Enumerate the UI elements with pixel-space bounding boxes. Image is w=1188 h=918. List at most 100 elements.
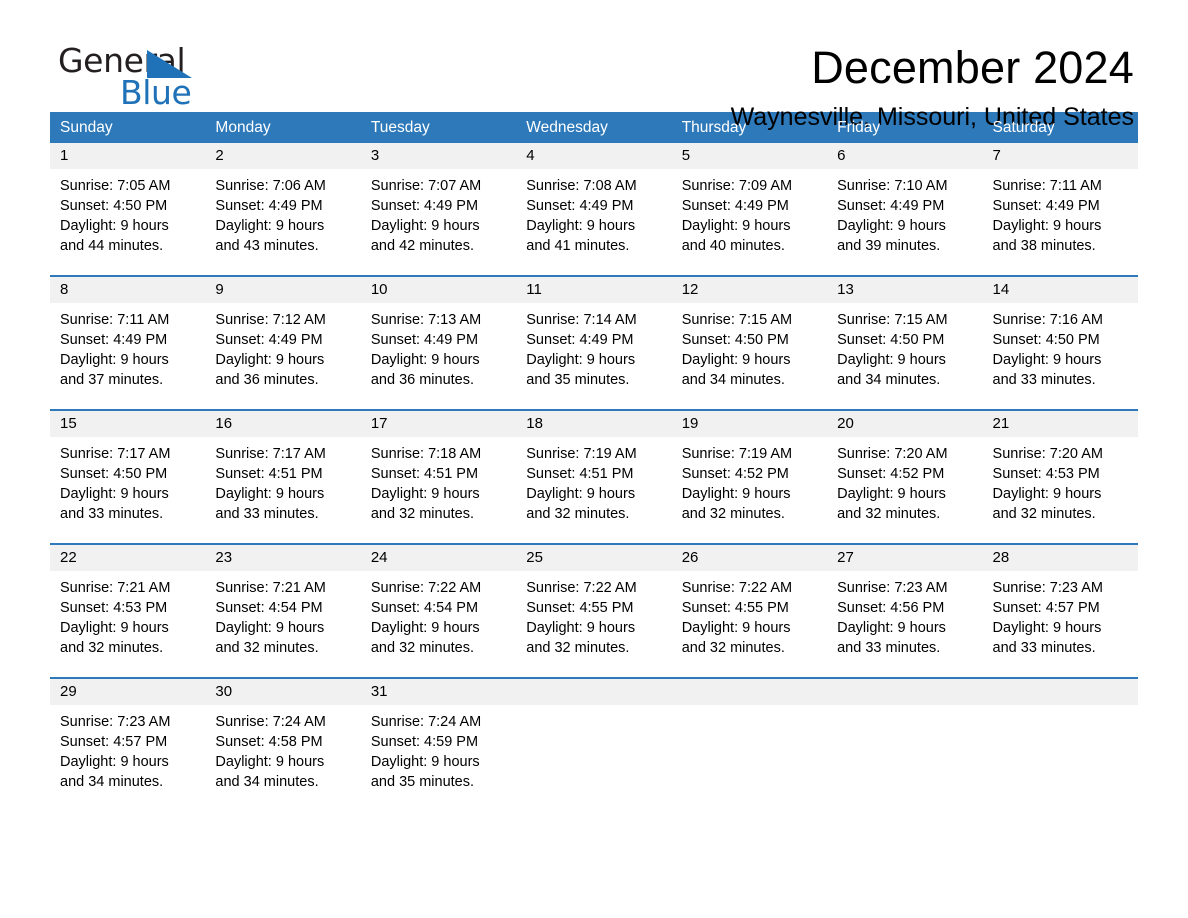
daylight-duration-line2: and 32 minutes.: [370, 506, 475, 522]
day-cell[interactable]: 8 Sunrise: 7:11 AM Sunset: 4:49 PM Daylight…: [50, 277, 206, 409]
day-details: Sunrise: 7:19 AM Sunset: 4:52 PM Daylight:…: [672, 437, 827, 543]
day-cell[interactable]: 21 Sunrise: 7:20 AM Sunset: 4:53 PM Dayligh…: [982, 411, 1138, 543]
day-cell[interactable]: 2 Sunrise: 7:06 AM Sunset: 4:49 PM Daylight…: [205, 143, 361, 275]
day-cell[interactable]: 12 Sunrise: 7:15 AM Sunset: 4:50 PM Dayligh…: [671, 277, 828, 409]
day-cell[interactable]: 5 Sunrise: 7:09 AM Sunset: 4:49 PM Daylight…: [671, 143, 828, 275]
day-cell[interactable]: 18 Sunrise: 7:19 AM Sunset: 4:51 PM Dayligh…: [516, 411, 672, 543]
day-cell[interactable]: 7 Sunrise: 7:11 AM Sunset: 4:49 PM Daylight…: [982, 143, 1138, 275]
day-number: 26: [671, 545, 828, 571]
logo-text-blue: Blue: [120, 73, 192, 112]
day-cell[interactable]: 6 Sunrise: 7:10 AM Sunset: 4:49 PM Daylight…: [827, 143, 983, 275]
calendar-week-row: 22 Sunrise: 7:21 AM Sunset: 4:53 PM Dayligh…: [50, 543, 1138, 677]
day-cell[interactable]: 4 Sunrise: 7:08 AM Sunset: 4:49 PM Daylight…: [516, 143, 672, 275]
day-details: Sunrise: 7:13 AM Sunset: 4:49 PM Daylight:…: [361, 303, 516, 409]
day-cell[interactable]: 17 Sunrise: 7:18 AM Sunset: 4:51 PM Dayligh…: [360, 411, 517, 543]
day-cell[interactable]: 24 Sunrise: 7:22 AM Sunset: 4:54 PM Dayligh…: [360, 545, 517, 677]
day-number: 8: [50, 277, 206, 303]
sunset-time: Sunset: 4:51 PM: [370, 466, 479, 482]
daylight-duration-line1: Daylight: 9 hours: [837, 218, 946, 234]
day-cell[interactable]: 15 Sunrise: 7:17 AM Sunset: 4:50 PM Dayligh…: [50, 411, 206, 543]
sunrise-time: Sunrise: 7:20 AM: [837, 446, 948, 462]
day-number: 12: [671, 277, 828, 303]
sunset-time: Sunset: 4:49 PM: [215, 332, 323, 348]
sunrise-time: Sunrise: 7:21 AM: [215, 580, 326, 596]
day-details: Sunrise: 7:15 AM Sunset: 4:50 PM Daylight:…: [672, 303, 827, 409]
sunrise-time: Sunrise: 7:11 AM: [992, 178, 1102, 194]
day-details: Sunrise: 7:21 AM Sunset: 4:53 PM Daylight:…: [50, 571, 205, 677]
daylight-duration-line1: Daylight: 9 hours: [215, 486, 325, 502]
sunset-time: Sunset: 4:50 PM: [681, 332, 789, 348]
daylight-duration-line1: Daylight: 9 hours: [215, 620, 325, 636]
weekday-header-wednesday: Wednesday: [526, 118, 608, 136]
day-details: Sunrise: 7:09 AM Sunset: 4:49 PM Daylight:…: [672, 169, 827, 275]
day-cell[interactable]: 13 Sunrise: 7:15 AM Sunset: 4:50 PM Dayligh…: [827, 277, 983, 409]
day-cell[interactable]: 23 Sunrise: 7:21 AM Sunset: 4:54 PM Dayligh…: [205, 545, 361, 677]
day-cell[interactable]: 27 Sunrise: 7:23 AM Sunset: 4:56 PM Dayligh…: [827, 545, 983, 677]
day-cell[interactable]: 26 Sunrise: 7:22 AM Sunset: 4:55 PM Dayligh…: [671, 545, 828, 677]
day-number: 17: [360, 411, 517, 437]
day-details: Sunrise: 7:22 AM Sunset: 4:55 PM Daylight:…: [672, 571, 827, 677]
day-number: 5: [671, 143, 828, 169]
day-cell[interactable]: 19 Sunrise: 7:19 AM Sunset: 4:52 PM Dayligh…: [671, 411, 828, 543]
daylight-duration-line2: and 32 minutes.: [992, 506, 1096, 522]
day-cell[interactable]: 30 Sunrise: 7:24 AM Sunset: 4:58 PM Dayligh…: [205, 679, 361, 811]
day-number: 18: [516, 411, 672, 437]
general-blue-logo[interactable]: General Blue: [50, 44, 238, 124]
day-details: Sunrise: 7:06 AM Sunset: 4:49 PM Daylight:…: [205, 169, 360, 275]
day-details: Sunrise: 7:16 AM Sunset: 4:50 PM Daylight:…: [983, 303, 1138, 409]
day-details: Sunrise: 7:20 AM Sunset: 4:52 PM Daylight:…: [827, 437, 982, 543]
sunrise-time: Sunrise: 7:12 AM: [215, 312, 326, 328]
day-cell[interactable]: 16 Sunrise: 7:17 AM Sunset: 4:51 PM Dayligh…: [205, 411, 361, 543]
weekday-header-friday: Friday: [837, 118, 881, 136]
daylight-duration-line1: Daylight: 9 hours: [370, 620, 480, 636]
sunrise-time: Sunrise: 7:19 AM: [526, 446, 637, 462]
daylight-duration-line2: and 36 minutes.: [370, 372, 475, 388]
day-cell[interactable]: 3 Sunrise: 7:07 AM Sunset: 4:49 PM Daylight…: [360, 143, 517, 275]
daylight-duration-line1: Daylight: 9 hours: [992, 352, 1102, 368]
day-cell-empty: [827, 679, 983, 811]
day-number: [982, 679, 1138, 705]
day-cell[interactable]: 25 Sunrise: 7:22 AM Sunset: 4:55 PM Dayligh…: [516, 545, 672, 677]
day-cell[interactable]: 31 Sunrise: 7:24 AM Sunset: 4:59 PM Dayligh…: [360, 679, 517, 811]
calendar-weeks: 1 Sunrise: 7:05 AM Sunset: 4:50 PM Daylight…: [50, 143, 1138, 811]
daylight-duration-line2: and 33 minutes.: [215, 506, 319, 522]
day-number: 11: [516, 277, 672, 303]
day-details: Sunrise: 7:19 AM Sunset: 4:51 PM Daylight:…: [516, 437, 671, 543]
sunrise-time: Sunrise: 7:05 AM: [60, 178, 171, 194]
daylight-duration-line1: Daylight: 9 hours: [60, 754, 169, 770]
day-number: 14: [982, 277, 1138, 303]
daylight-duration-line2: and 37 minutes.: [60, 372, 164, 388]
day-cell[interactable]: 10 Sunrise: 7:13 AM Sunset: 4:49 PM Dayligh…: [360, 277, 517, 409]
daylight-duration-line1: Daylight: 9 hours: [526, 352, 636, 368]
daylight-duration-line2: and 32 minutes.: [837, 506, 941, 522]
day-details: Sunrise: 7:17 AM Sunset: 4:51 PM Daylight:…: [205, 437, 360, 543]
day-cell[interactable]: 14 Sunrise: 7:16 AM Sunset: 4:50 PM Dayligh…: [982, 277, 1138, 409]
day-number: 15: [50, 411, 206, 437]
daylight-duration-line1: Daylight: 9 hours: [992, 218, 1102, 234]
day-cell[interactable]: 11 Sunrise: 7:14 AM Sunset: 4:49 PM Dayligh…: [516, 277, 672, 409]
day-cell[interactable]: 22 Sunrise: 7:21 AM Sunset: 4:53 PM Dayligh…: [50, 545, 206, 677]
day-cell[interactable]: 29 Sunrise: 7:23 AM Sunset: 4:57 PM Dayligh…: [50, 679, 206, 811]
day-number: 25: [516, 545, 672, 571]
weekday-header-thursday: Thursday: [681, 118, 747, 136]
day-number: 19: [671, 411, 828, 437]
day-cell[interactable]: 1 Sunrise: 7:05 AM Sunset: 4:50 PM Daylight…: [50, 143, 206, 275]
daylight-duration-line1: Daylight: 9 hours: [526, 218, 636, 234]
sunrise-time: Sunrise: 7:17 AM: [215, 446, 326, 462]
sunset-time: Sunset: 4:50 PM: [992, 332, 1100, 348]
daylight-duration-line2: and 32 minutes.: [681, 506, 785, 522]
sunset-time: Sunset: 4:54 PM: [215, 600, 323, 616]
day-cell[interactable]: 9 Sunrise: 7:12 AM Sunset: 4:49 PM Daylight…: [205, 277, 361, 409]
sunset-time: Sunset: 4:49 PM: [215, 198, 323, 214]
page-title: December 2024: [811, 42, 1134, 93]
day-cell[interactable]: 20 Sunrise: 7:20 AM Sunset: 4:52 PM Dayligh…: [827, 411, 983, 543]
daylight-duration-line2: and 32 minutes.: [526, 506, 630, 522]
sunset-time: Sunset: 4:50 PM: [837, 332, 945, 348]
day-cell[interactable]: 28 Sunrise: 7:23 AM Sunset: 4:57 PM Dayligh…: [982, 545, 1138, 677]
sunset-time: Sunset: 4:49 PM: [992, 198, 1100, 214]
sunrise-time: Sunrise: 7:23 AM: [837, 580, 948, 596]
sunset-time: Sunset: 4:51 PM: [526, 466, 634, 482]
weekday-header-saturday: Saturday: [992, 118, 1055, 136]
daylight-duration-line2: and 33 minutes.: [60, 506, 164, 522]
day-number: 16: [205, 411, 361, 437]
